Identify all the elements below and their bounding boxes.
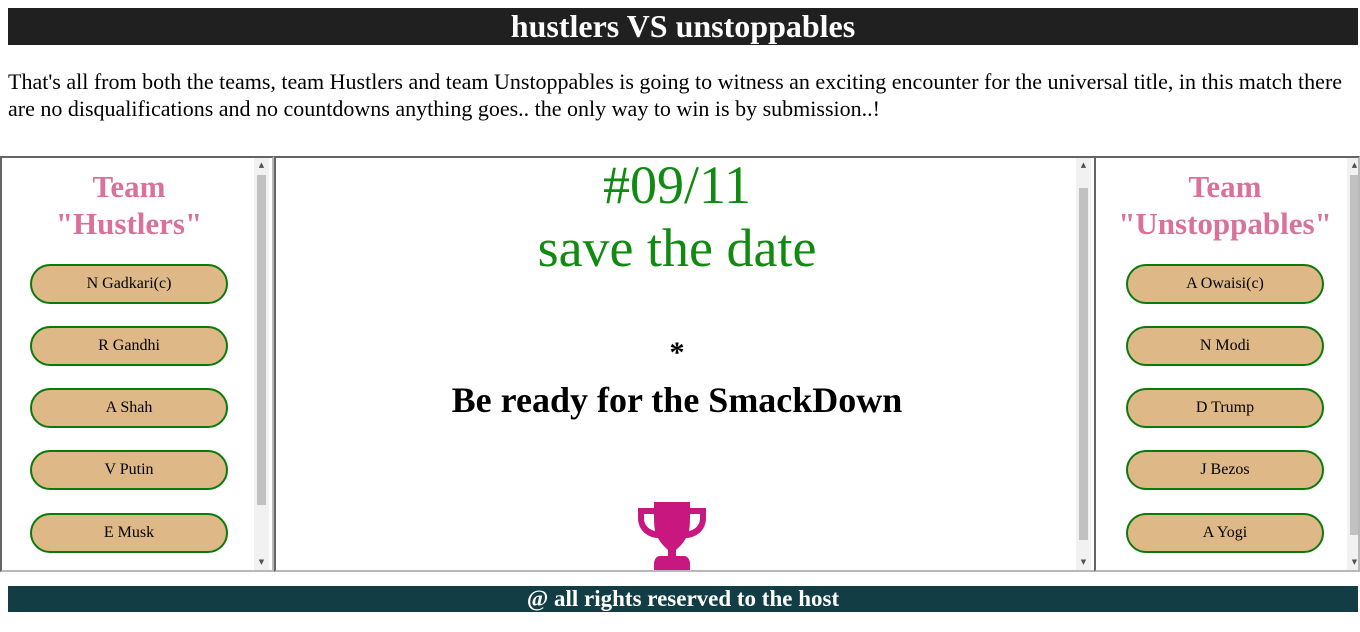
trophy-icon (638, 502, 706, 570)
member-button[interactable]: A Owaisi(c) (1126, 264, 1324, 304)
member-button[interactable]: D Trump (1126, 388, 1324, 428)
member-button[interactable]: R Gandhi (30, 326, 228, 366)
right-frame-scrollbar[interactable]: ▲ ▼ (1347, 158, 1358, 570)
center-frame: #09/11 save the date * Be ready for the … (274, 156, 1096, 572)
scroll-thumb[interactable] (1350, 175, 1358, 535)
scroll-thumb[interactable] (257, 175, 266, 505)
scroll-down-arrow-icon[interactable]: ▼ (1076, 555, 1091, 570)
scroll-up-arrow-icon[interactable]: ▲ (254, 158, 269, 173)
scroll-down-arrow-icon[interactable]: ▼ (1347, 555, 1358, 570)
scroll-thumb[interactable] (1079, 188, 1088, 540)
member-button[interactable]: A Yogi (1126, 513, 1324, 553)
intro-paragraph: That's all from both the teams, team Hus… (8, 69, 1343, 121)
asterisk-mark: * (669, 336, 685, 369)
event-date: #09/11 (603, 156, 751, 215)
left-team-frame: Team "Hustlers" N Gadkari(c) R Gandhi A … (0, 156, 274, 572)
center-frame-scrollbar[interactable]: ▲ ▼ (1076, 158, 1091, 570)
left-team-title-line1: Team (92, 169, 166, 204)
left-team-title-line2: "Hustlers" (55, 206, 203, 241)
member-button[interactable]: N Gadkari(c) (30, 264, 228, 304)
right-team-title-line1: Team (1188, 169, 1262, 204)
right-team-frame: Team "Unstoppables" A Owaisi(c) N Modi D… (1094, 156, 1360, 572)
member-button[interactable]: N Modi (1126, 326, 1324, 366)
member-button[interactable]: V Putin (30, 450, 228, 490)
member-button[interactable]: A Shah (30, 388, 228, 428)
right-team-title: Team "Unstoppables" (1098, 168, 1352, 242)
scroll-up-arrow-icon[interactable]: ▲ (1347, 158, 1358, 173)
member-button[interactable]: E Musk (30, 513, 228, 553)
left-frame-scrollbar[interactable]: ▲ ▼ (254, 158, 269, 570)
tagline: Be ready for the SmackDown (451, 380, 903, 420)
save-the-date-text: save the date (537, 218, 817, 278)
page-footer: @ all rights reserved to the host (8, 586, 1358, 612)
left-team-title: Team "Hustlers" (2, 168, 256, 242)
member-button[interactable]: J Bezos (1126, 450, 1324, 490)
scroll-down-arrow-icon[interactable]: ▼ (254, 555, 269, 570)
right-team-title-line2: "Unstoppables" (1118, 206, 1332, 241)
scroll-up-arrow-icon[interactable]: ▲ (1076, 158, 1091, 173)
page-header: hustlers VS unstoppables (8, 8, 1358, 45)
